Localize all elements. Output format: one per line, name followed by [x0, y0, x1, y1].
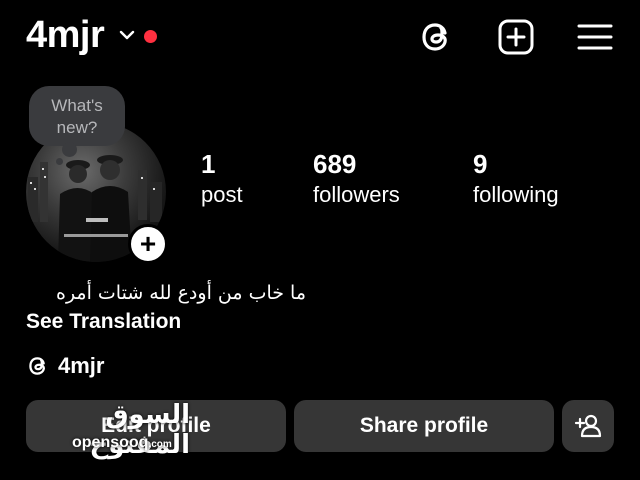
watermark-suffix: .com: [148, 439, 172, 450]
stat-followers-label: followers: [313, 182, 400, 207]
menu-icon[interactable]: [576, 18, 614, 56]
notification-dot: [144, 30, 157, 43]
profile-bio: ما خاب من أودع لله شتات أمره: [55, 282, 306, 304]
chevron-down-icon[interactable]: [118, 28, 136, 42]
stat-posts-count: 1: [201, 149, 216, 179]
stat-posts[interactable]: 1 post: [201, 148, 243, 210]
opensooq-watermark: السوق المفتوح opensooq.com: [20, 400, 190, 460]
note-bubble-tail: [62, 142, 77, 157]
stat-following-count: 9: [473, 149, 488, 179]
stat-following-label: following: [473, 182, 559, 207]
watermark-latin-text: opensooq: [72, 434, 149, 451]
add-story-button[interactable]: +: [128, 224, 168, 264]
top-bar: 4mjr: [0, 0, 640, 76]
see-translation-link[interactable]: See Translation: [26, 310, 181, 334]
add-person-icon: [574, 414, 602, 438]
threads-small-icon: [29, 357, 45, 375]
threads-icon[interactable]: [417, 18, 455, 56]
threads-handle: 4mjr: [58, 353, 105, 378]
share-profile-button[interactable]: Share profile: [294, 400, 554, 452]
note-bubble[interactable]: What's new?: [29, 86, 125, 146]
discover-people-button[interactable]: [562, 400, 614, 452]
stat-followers[interactable]: 689 followers: [313, 148, 400, 210]
create-post-icon[interactable]: [497, 18, 535, 56]
stat-posts-label: post: [201, 182, 243, 207]
stat-followers-count: 689: [313, 149, 357, 179]
watermark-latin: opensooq.com: [72, 434, 172, 452]
note-bubble-tail-small: [56, 158, 63, 165]
stat-following[interactable]: 9 following: [473, 148, 559, 210]
username-switcher[interactable]: 4mjr: [26, 14, 105, 57]
